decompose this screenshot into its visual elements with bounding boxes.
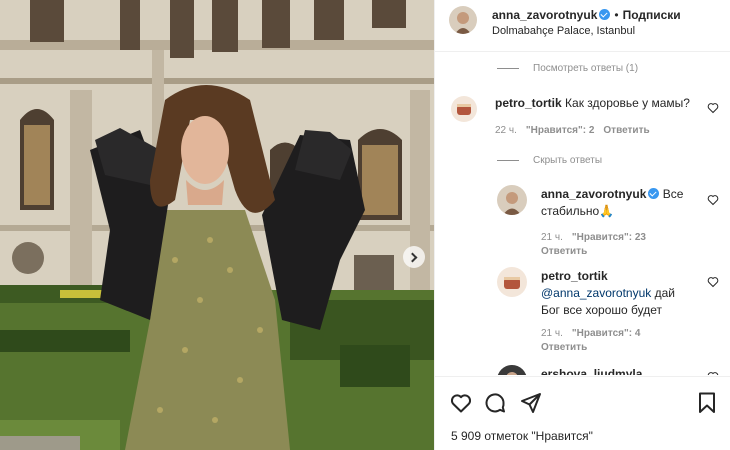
author-avatar[interactable] (449, 6, 477, 34)
comment-time[interactable]: 22 ч. (495, 125, 517, 136)
author-line: anna_zavorotnyuk • Подписки (492, 8, 681, 22)
avatar-image (497, 365, 527, 375)
comment-likes[interactable]: "Нравится": 2 (526, 125, 595, 136)
chevron-right-icon (407, 252, 418, 262)
location-link[interactable]: Dolmabahçe Palace, Istanbul (492, 25, 635, 37)
reply-time[interactable]: 21 ч. (541, 232, 563, 243)
reply-body-line1: Все (662, 187, 684, 201)
heart-icon[interactable] (707, 371, 719, 375)
verified-badge-icon (599, 9, 611, 20)
view-replies-label: Посмотреть ответы (1) (533, 63, 639, 74)
reply-time[interactable]: 21 ч. (541, 328, 563, 339)
avatar-image (497, 185, 527, 215)
heart-icon[interactable] (707, 276, 719, 288)
reply-meta: 21 ч. "Нравится": 4 (541, 328, 649, 339)
heart-icon[interactable] (449, 391, 473, 415)
reply-button[interactable]: Ответить (541, 342, 587, 353)
reply-button[interactable]: Ответить (603, 125, 649, 136)
avatar-image (449, 6, 477, 34)
photo-illustration (0, 0, 434, 450)
reply-body-line2: Бог все хорошо будет (541, 303, 663, 317)
post-actions-bar: 5 909 отметок "Нравится" (435, 376, 730, 450)
reply-username[interactable]: petro_tortik (541, 269, 608, 283)
instagram-post: anna_zavorotnyuk • Подписки Dolmabahçe Pal… (0, 0, 730, 450)
likes-count[interactable]: 5 909 отметок "Нравится" (451, 429, 593, 443)
avatar-image (497, 267, 527, 297)
verified-badge-icon (648, 188, 660, 199)
avatar-image (451, 96, 477, 122)
reply-text: petro_tortik @anna_zavorotnyuk дай Бог в… (541, 268, 706, 319)
reply-actions: Ответить (541, 246, 596, 257)
commenter-avatar[interactable] (451, 96, 477, 122)
comment-body: Как здоровье у мамы? (565, 96, 690, 110)
reply-meta: 21 ч. "Нравится": 23 (541, 232, 655, 243)
reply-text: anna_zavorotnyuk Все стабильно🙏 (541, 186, 691, 220)
reply-likes[interactable]: "Нравится": 4 (572, 328, 641, 339)
reply-text: ershova_liudmyla (541, 366, 642, 375)
post-header: anna_zavorotnyuk • Подписки Dolmabahçe Pal… (435, 0, 730, 52)
following-button[interactable]: Подписки (623, 8, 681, 22)
author-username[interactable]: anna_zavorotnyuk (492, 8, 597, 22)
comment-meta: 22 ч. "Нравится": 2 Ответить (495, 125, 659, 136)
hide-replies-label: Скрыть ответы (533, 155, 603, 166)
commenter-avatar[interactable] (497, 365, 527, 375)
comment-username[interactable]: petro_tortik (495, 96, 562, 110)
commenter-avatar[interactable] (497, 267, 527, 297)
reply-username[interactable]: ershova_liudmyla (541, 367, 642, 375)
heart-icon[interactable] (707, 194, 719, 206)
heart-icon[interactable] (707, 102, 719, 114)
reply-username[interactable]: anna_zavorotnyuk (541, 187, 646, 201)
reply-body-line1: дай (651, 286, 675, 300)
mention-link[interactable]: @anna_zavorotnyuk (541, 286, 651, 300)
post-photo[interactable] (0, 0, 434, 450)
reply-button[interactable]: Ответить (541, 246, 587, 257)
reply-body-line2: стабильно🙏 (541, 204, 615, 218)
divider-line (497, 160, 519, 161)
post-side-panel: anna_zavorotnyuk • Подписки Dolmabahçe Pal… (434, 0, 730, 450)
separator-dot: • (614, 8, 619, 22)
comments-list[interactable]: Посмотреть ответы (1) petro_tortik Как з… (435, 53, 730, 375)
reply-actions: Ответить (541, 342, 596, 353)
bookmark-icon[interactable] (695, 391, 719, 415)
comment-icon[interactable] (483, 391, 507, 415)
share-icon[interactable] (519, 391, 543, 415)
view-replies-button[interactable]: Посмотреть ответы (1) (497, 63, 638, 74)
hide-replies-button[interactable]: Скрыть ответы (497, 155, 602, 166)
reply-likes[interactable]: "Нравится": 23 (572, 232, 646, 243)
comment-text: petro_tortik Как здоровье у мамы? (495, 95, 690, 112)
divider-line (497, 68, 519, 69)
commenter-avatar[interactable] (497, 185, 527, 215)
next-photo-button[interactable] (403, 246, 425, 268)
